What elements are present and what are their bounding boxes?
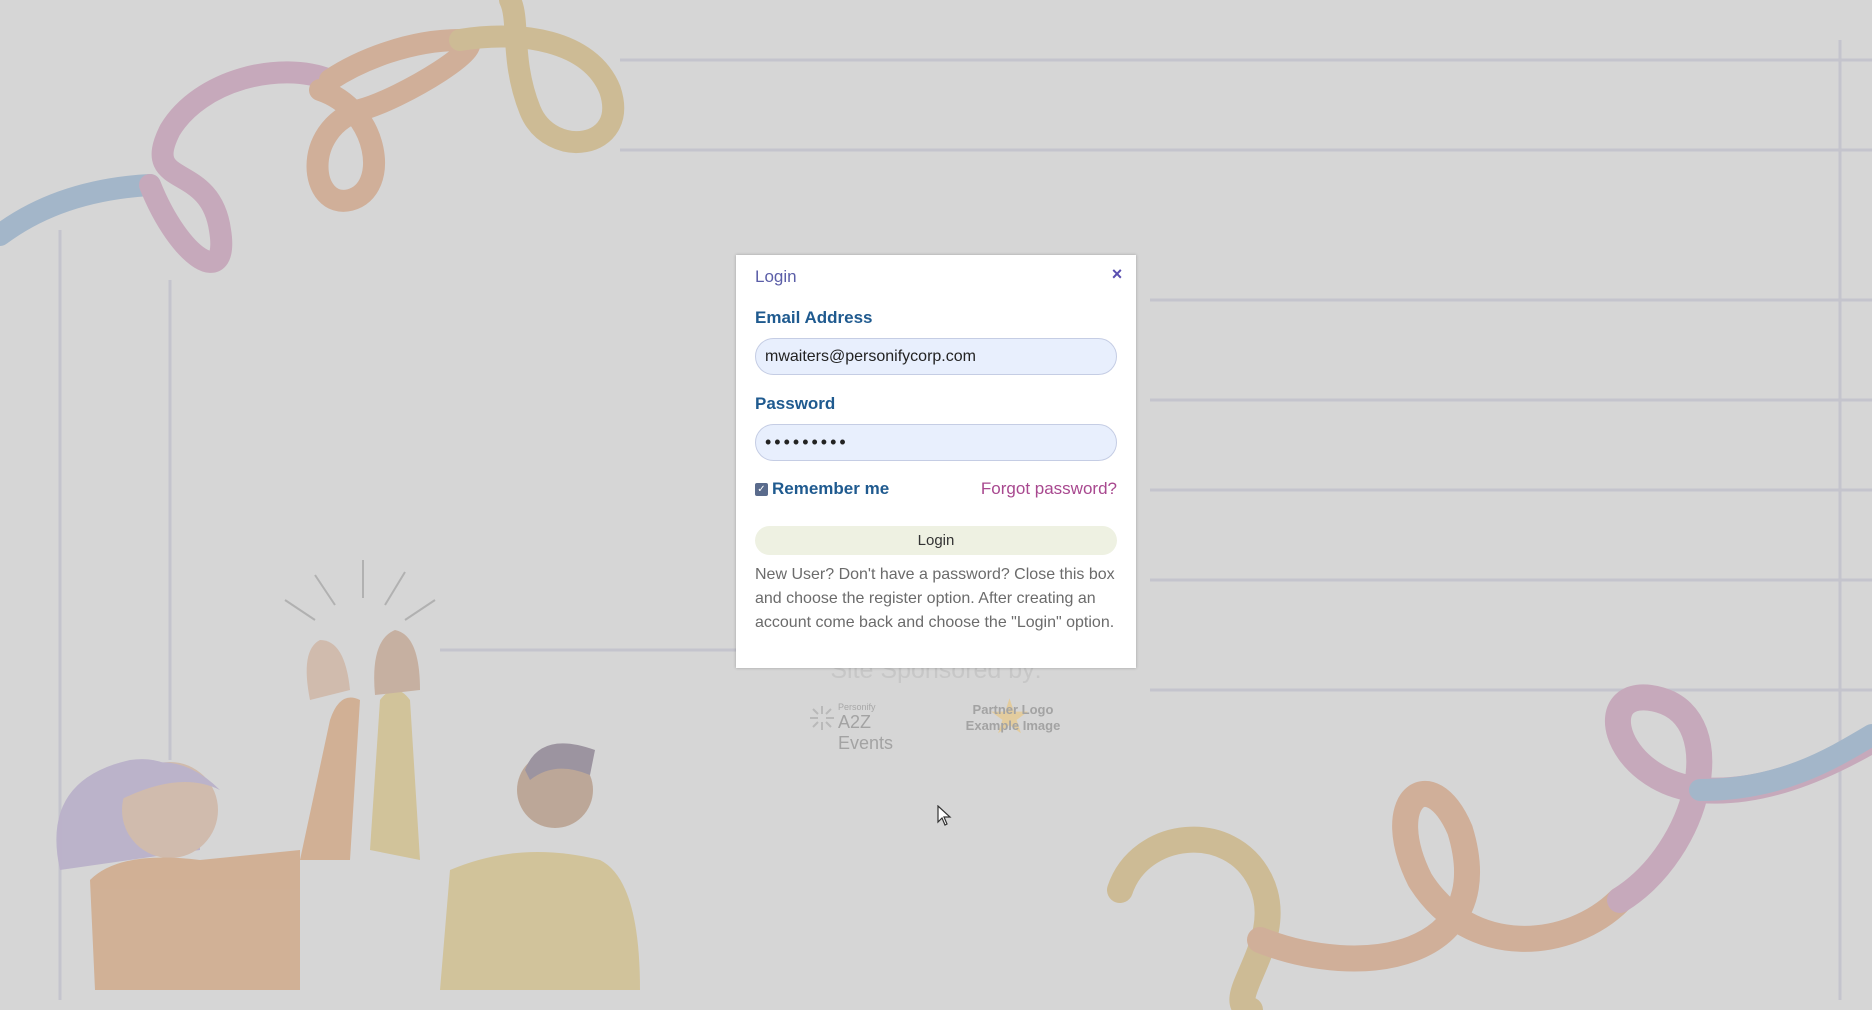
sponsor-logo-name: A2Z Events (838, 712, 894, 753)
mouse-cursor-icon (937, 805, 952, 826)
login-modal: Login × Email Address mwaiters@personify… (736, 255, 1136, 668)
sponsor-logo-partner: ★ Partner Logo Example Image (958, 694, 1068, 742)
sponsor-burst-icon (810, 706, 834, 730)
email-field[interactable]: mwaiters@personifycorp.com (755, 338, 1117, 375)
sponsor-logo-small-text: Personify (838, 702, 876, 712)
close-icon[interactable]: × (1108, 265, 1126, 283)
modal-title: Login (755, 267, 797, 286)
checkbox-checked-icon[interactable]: ✓ (755, 482, 768, 496)
forgot-password-link[interactable]: Forgot password? (981, 479, 1117, 499)
remember-me[interactable]: ✓ Remember me (755, 479, 889, 499)
password-field[interactable]: ••••••••• (755, 424, 1117, 461)
new-user-info-text: New User? Don't have a password? Close t… (755, 566, 1115, 631)
login-button[interactable]: Login (755, 526, 1117, 555)
partner-logo-line1: Partner Logo (972, 702, 1054, 717)
sponsor-logo-a2z: Personify A2Z Events (806, 700, 926, 753)
email-label: Email Address (755, 308, 873, 327)
password-label: Password (755, 394, 836, 413)
remember-me-label[interactable]: Remember me (772, 479, 889, 499)
partner-logo-line2: Example Image (965, 718, 1061, 733)
